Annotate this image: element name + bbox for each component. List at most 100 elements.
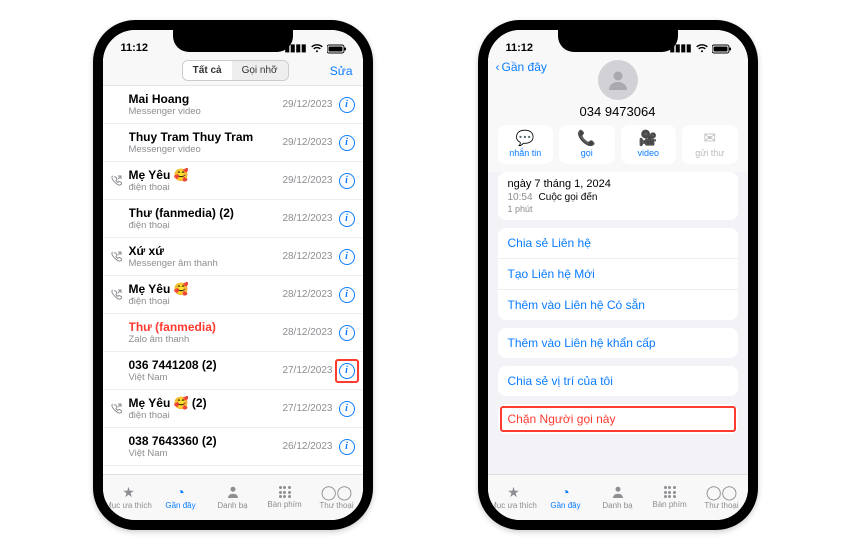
call-row[interactable]: 036 7441208 (2) Việt Nam 27/12/2023 i: [103, 352, 363, 390]
action-label: gửi thư: [695, 148, 724, 158]
phone-icon: 📞: [577, 131, 596, 146]
call-name: Mẹ Yêu 🥰: [129, 282, 283, 296]
star-icon: ★: [507, 485, 520, 499]
person-icon: [226, 485, 240, 499]
tab-label: Mục ưa thích: [490, 501, 537, 510]
call-row[interactable]: Mẹ Yêu 🥰 điện thoại 28/12/2023 i: [103, 276, 363, 314]
info-icon[interactable]: i: [339, 97, 355, 113]
back-button[interactable]: ‹ Gần đây: [496, 60, 547, 74]
outgoing-icon: [109, 175, 125, 186]
seg-missed[interactable]: Gọi nhỡ: [232, 61, 288, 80]
call-row[interactable]: 038 7643360 (2) Việt Nam 26/12/2023 i: [103, 428, 363, 466]
tab-label: Thư thoại: [319, 501, 353, 510]
battery-icon: [327, 44, 347, 54]
contact-number: 034 9473064: [580, 104, 656, 119]
tab-label: Danh bạ: [217, 501, 247, 510]
action-buttons: 💬nhắn tin 📞 gọi 🎥video ✉︎ gửi thư: [488, 125, 748, 172]
wifi-icon: [311, 44, 323, 53]
call-name: Xứ xứ: [129, 244, 283, 258]
call-subtitle: điện thoại: [129, 220, 283, 231]
seg-all[interactable]: Tất cả: [183, 61, 232, 80]
call-row[interactable]: Thư (fanmedia) Zalo âm thanh 28/12/2023 …: [103, 314, 363, 352]
tab-favorites[interactable]: ★Mục ưa thích: [103, 475, 155, 520]
tab-label: Bàn phím: [267, 500, 301, 509]
tab-recent[interactable]: ◔Gần đây: [155, 475, 207, 520]
header: Tất cả Gọi nhỡ Sửa: [103, 56, 363, 85]
tab-keypad[interactable]: Bàn phím: [644, 475, 696, 520]
share-location[interactable]: Chia sẻ vị trí của tôi: [498, 366, 738, 396]
info-icon[interactable]: i: [339, 249, 355, 265]
message-button[interactable]: 💬nhắn tin: [498, 125, 554, 164]
block-caller[interactable]: Chặn Người gọi này: [498, 404, 738, 434]
info-icon[interactable]: i: [339, 287, 355, 303]
add-emergency[interactable]: Thêm vào Liên hệ khẩn cấp: [498, 328, 738, 358]
info-icon[interactable]: i: [339, 173, 355, 189]
voicemail-icon: ◯◯: [706, 485, 737, 499]
tab-bar: ★Mục ưa thích ◔Gần đây Danh bạ Bàn phím …: [103, 474, 363, 520]
phone-detail: 11:12 ▮▮▮▮ ‹ Gần đây 034 9473064 💬nhắn t…: [478, 20, 758, 530]
call-date: 28/12/2023: [282, 251, 332, 262]
info-icon[interactable]: i: [339, 135, 355, 151]
call-row[interactable]: Xứ xứ Messenger âm thanh 28/12/2023 i: [103, 238, 363, 276]
mail-button[interactable]: ✉︎ gửi thư: [682, 125, 738, 164]
call-date: 29/12/2023: [282, 99, 332, 110]
menu-block: Chặn Người gọi này: [498, 404, 738, 434]
keypad-icon: [664, 486, 676, 498]
outgoing-icon: [109, 251, 125, 262]
call-subtitle: Messenger âm thanh: [129, 258, 283, 269]
mail-icon: ✉︎: [703, 131, 716, 146]
video-button[interactable]: 🎥video: [621, 125, 677, 164]
action-label: gọi: [581, 148, 593, 158]
call-name: Thuy Tram Thuy Tram: [129, 130, 283, 144]
call-date: 29/12/2023: [282, 175, 332, 186]
info-icon[interactable]: i: [339, 401, 355, 417]
call-button[interactable]: 📞 gọi: [559, 125, 615, 164]
share-contact[interactable]: Chia sẻ Liên hệ: [498, 228, 738, 258]
tab-contacts[interactable]: Danh bạ: [207, 475, 259, 520]
call-name: 036 7441208 (2): [129, 358, 283, 372]
outgoing-icon: [109, 289, 125, 300]
tab-voicemail[interactable]: ◯◯Thư thoại: [311, 475, 363, 520]
call-name: Mẹ Yêu 🥰 (2): [129, 396, 283, 410]
create-contact[interactable]: Tạo Liên hệ Mới: [498, 258, 738, 289]
message-icon: 💬: [516, 131, 535, 146]
keypad-icon: [279, 486, 291, 498]
call-entry: 10:54 Cuộc gọi đến: [508, 192, 728, 203]
tab-keypad[interactable]: Bàn phím: [259, 475, 311, 520]
tab-favorites[interactable]: ★ Mục ưa thích: [488, 475, 540, 520]
call-row[interactable]: Mẹ Yêu 🥰 điện thoại 29/12/2023 i: [103, 162, 363, 200]
info-icon[interactable]: i: [339, 211, 355, 227]
segmented-control: Tất cả Gọi nhỡ: [182, 60, 289, 81]
status-right: ▮▮▮▮: [284, 43, 346, 54]
call-row[interactable]: Mai Hoang Messenger video 29/12/2023 i: [103, 86, 363, 124]
menu-group-2: Thêm vào Liên hệ khẩn cấp: [498, 328, 738, 358]
action-label: video: [637, 148, 659, 158]
tab-label: Thư thoại: [704, 501, 738, 510]
call-row[interactable]: Thuy Tram Thuy Tram Messenger video 29/1…: [103, 124, 363, 162]
screen: 11:12 ▮▮▮▮ ‹ Gần đây 034 9473064 💬nhắn t…: [488, 30, 748, 520]
call-row[interactable]: Thư (fanmedia) (2) điện thoại 28/12/2023…: [103, 200, 363, 238]
tab-contacts[interactable]: Danh bạ: [592, 475, 644, 520]
status-time: 11:12: [121, 42, 149, 54]
call-subtitle: điện thoại: [129, 182, 283, 193]
info-icon[interactable]: i: [339, 325, 355, 341]
tab-voicemail[interactable]: ◯◯ Thư thoại: [696, 475, 748, 520]
tab-label: Gần đây: [550, 501, 580, 510]
edit-button[interactable]: Sửa: [330, 64, 353, 78]
detail-header: ‹ Gần đây 034 9473064: [488, 56, 748, 125]
screen: 11:12 ▮▮▮▮ Tất cả Gọi nhỡ Sửa Mai Hoang: [103, 30, 363, 520]
call-log-card: ngày 7 tháng 1, 2024 10:54 Cuộc gọi đến …: [498, 172, 738, 220]
info-icon[interactable]: i: [339, 363, 355, 379]
call-list[interactable]: Mai Hoang Messenger video 29/12/2023 i T…: [103, 85, 363, 483]
call-subtitle: Messenger video: [129, 106, 283, 117]
add-existing-contact[interactable]: Thêm vào Liên hệ Có sẵn: [498, 289, 738, 320]
info-icon[interactable]: i: [339, 439, 355, 455]
call-date: 26/12/2023: [282, 441, 332, 452]
clock-icon: ◔: [561, 485, 569, 499]
tab-recent[interactable]: ◔ Gần đây: [540, 475, 592, 520]
call-row[interactable]: Mẹ Yêu 🥰 (2) điện thoại 27/12/2023 i: [103, 390, 363, 428]
call-time: 10:54: [508, 192, 533, 203]
status-right: ▮▮▮▮: [669, 43, 731, 54]
notch: [173, 30, 293, 52]
back-label: Gần đây: [502, 60, 547, 74]
